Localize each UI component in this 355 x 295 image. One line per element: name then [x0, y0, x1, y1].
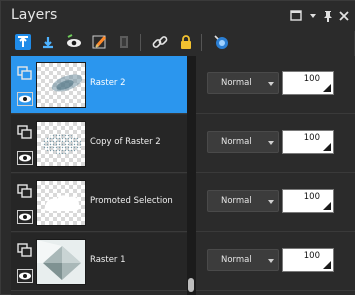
opacity-value: 100: [303, 74, 320, 84]
row-divider: [11, 113, 355, 114]
opacity-slider-indicator: [323, 261, 331, 269]
layer-list: Raster 2 Normal 100 Copy of Raster 2 Nor…: [11, 56, 355, 295]
scrollbar-thumb[interactable]: [188, 278, 194, 292]
row-divider: [11, 172, 355, 173]
layer-row[interactable]: Copy of Raster 2 Normal 100: [11, 115, 355, 173]
raster-layer-icon: [17, 124, 32, 139]
opacity-field[interactable]: 100: [282, 189, 334, 213]
toolbar-separator: [201, 34, 202, 51]
chevron-down-icon: [268, 141, 274, 145]
visibility-eye-icon[interactable]: [17, 91, 33, 106]
layer-row[interactable]: Raster 1 Normal 100: [11, 233, 355, 291]
layers-toolbar: [1, 31, 355, 55]
opacity-slider-indicator: [323, 84, 331, 92]
layer-thumbnail: [36, 180, 86, 226]
layer-name: Raster 1: [90, 255, 126, 265]
layer-visibility-icon[interactable]: [63, 31, 85, 53]
row-divider: [11, 231, 355, 232]
blend-mode-dropdown[interactable]: Normal: [207, 72, 279, 94]
visibility-eye-icon[interactable]: [17, 209, 33, 224]
layer-name: Raster 2: [90, 78, 126, 88]
layer-thumbnail: [36, 62, 86, 108]
blend-mode-value: Normal: [221, 255, 252, 265]
blend-mode-dropdown[interactable]: Normal: [207, 249, 279, 271]
pin-icon[interactable]: [321, 9, 335, 23]
link-icon[interactable]: [149, 31, 171, 53]
row-divider: [11, 290, 355, 291]
layer-name: Promoted Selection: [90, 196, 173, 206]
visibility-eye-icon[interactable]: [17, 150, 33, 165]
layer-name: Copy of Raster 2: [90, 137, 161, 147]
close-icon[interactable]: [337, 9, 351, 23]
move-layer-down-icon[interactable]: [37, 31, 59, 53]
blend-mode-dropdown[interactable]: Normal: [207, 190, 279, 212]
chevron-down-icon: [268, 82, 274, 86]
opacity-value: 100: [303, 251, 320, 261]
opacity-field[interactable]: 100: [282, 248, 334, 272]
raster-layer-icon: [17, 242, 32, 257]
brush-edit-icon[interactable]: [89, 31, 111, 53]
blend-mode-value: Normal: [221, 196, 252, 206]
visibility-eye-icon[interactable]: [17, 268, 33, 283]
opacity-value: 100: [303, 192, 320, 202]
opacity-field[interactable]: 100: [282, 130, 334, 154]
layer-thumbnail: [36, 239, 86, 285]
layer-list-scrollbar[interactable]: [187, 56, 196, 295]
panel-title: Layers: [11, 7, 58, 23]
layer-row[interactable]: Promoted Selection Normal 100: [11, 174, 355, 232]
blend-mode-value: Normal: [221, 78, 252, 88]
layer-effects-icon[interactable]: [210, 31, 232, 53]
opacity-slider-indicator: [323, 143, 331, 151]
layer-row[interactable]: Raster 2 Normal 100: [11, 56, 355, 114]
raster-layer-icon: [17, 183, 32, 198]
opacity-slider-indicator: [323, 202, 331, 210]
toolbar-separator: [140, 34, 141, 51]
raster-layer-icon: [17, 65, 32, 80]
chevron-down-icon: [268, 200, 274, 204]
delete-layer-icon[interactable]: [113, 31, 135, 53]
opacity-value: 100: [303, 133, 320, 143]
maximize-icon[interactable]: [289, 9, 303, 23]
blend-mode-value: Normal: [221, 137, 252, 147]
chevron-down-icon: [268, 259, 274, 263]
layers-panel: Layers Raster 2 Normal 100 Copy of Raste…: [0, 0, 355, 295]
dropdown-icon[interactable]: [306, 9, 320, 23]
panel-titlebar[interactable]: Layers: [1, 1, 355, 31]
blend-mode-dropdown[interactable]: Normal: [207, 131, 279, 153]
lock-icon[interactable]: [175, 31, 197, 53]
layer-thumbnail: [36, 121, 86, 167]
move-layer-up-icon[interactable]: [12, 31, 34, 53]
opacity-field[interactable]: 100: [282, 71, 334, 95]
